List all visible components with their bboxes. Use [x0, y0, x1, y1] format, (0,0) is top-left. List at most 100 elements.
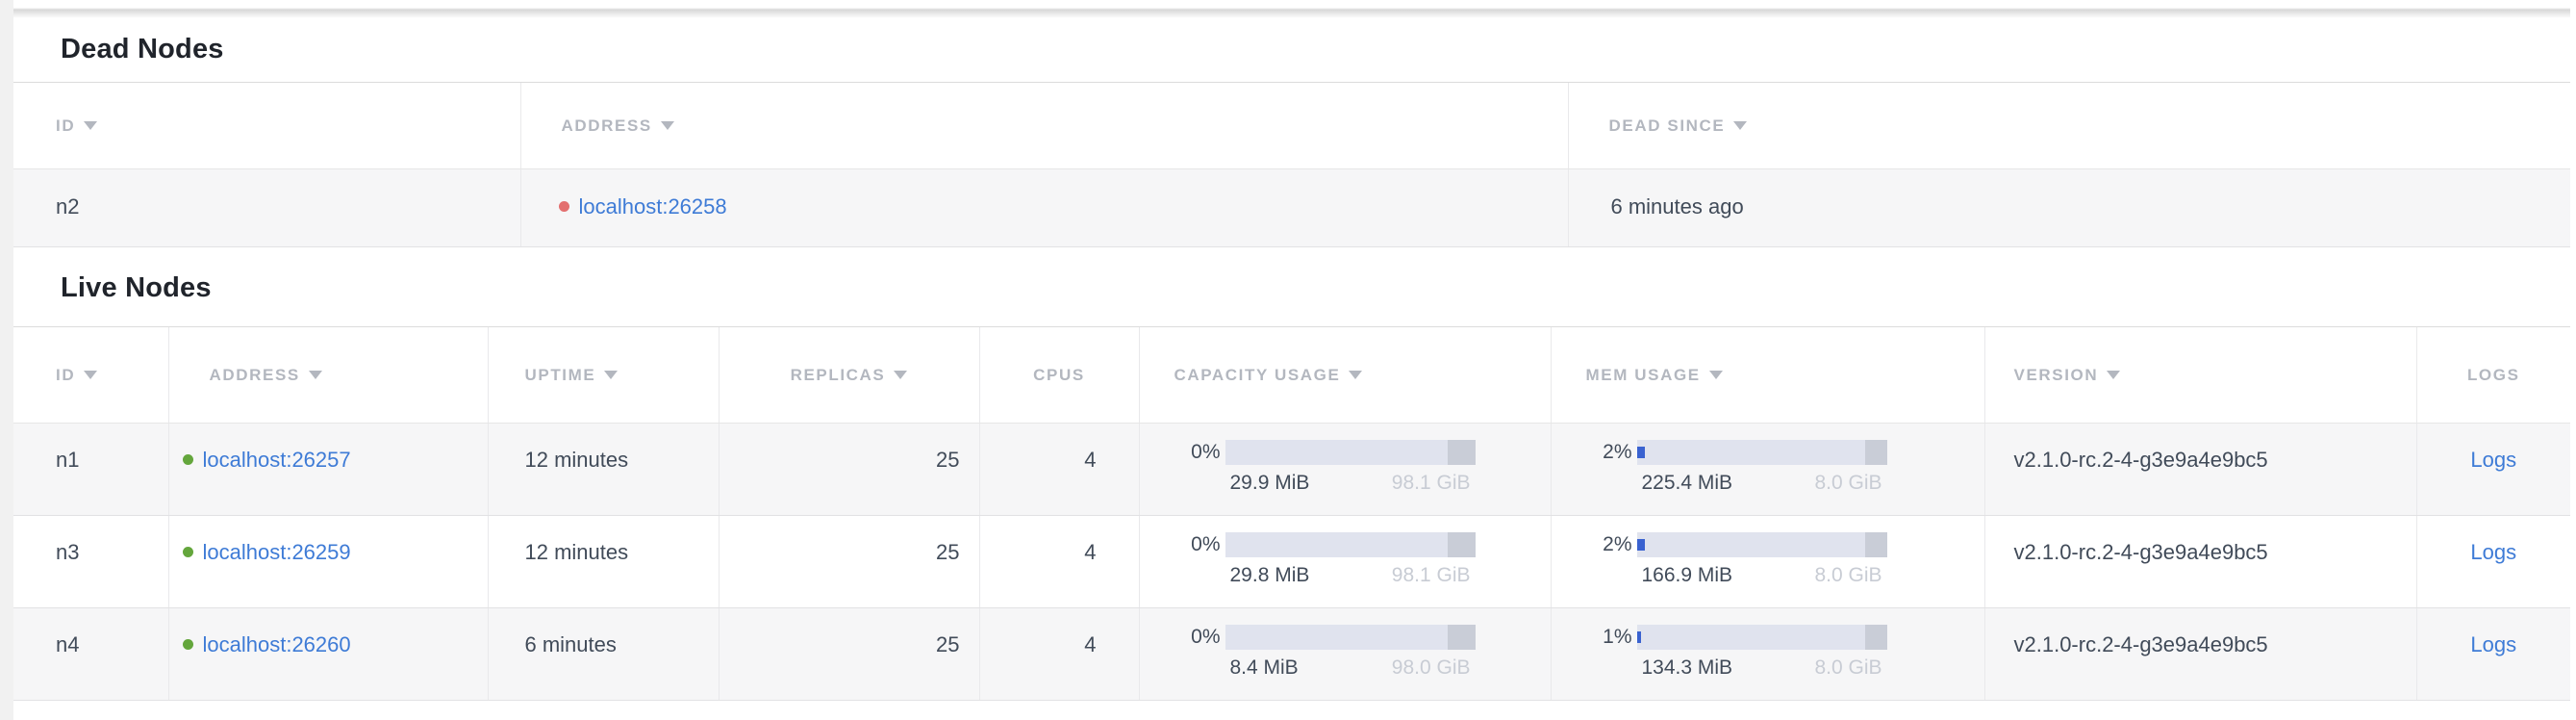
- dead-node-row: n2 localhost:26258 6 minutes ago: [13, 169, 2570, 247]
- dead-col-header-dead-since[interactable]: DEAD SINCE: [1568, 83, 2570, 169]
- section-title-dead-nodes: Dead Nodes: [13, 19, 2570, 82]
- col-header-replicas[interactable]: REPLICAS: [719, 327, 979, 424]
- dead-col-header-address[interactable]: ADDRESS: [520, 83, 1568, 169]
- version-cell: v2.1.0-rc.2-4-g3e9a4e9bc5: [1984, 516, 2416, 608]
- live-nodes-header-row: ID ADDRESS UPTIME REPLICAS CPUS CAPACITY…: [13, 327, 2570, 424]
- mem-total-value: 8.0 GiB: [1814, 472, 1881, 495]
- capacity-percent: 0%: [1171, 626, 1221, 649]
- replicas-cell: 25: [719, 516, 979, 608]
- cpus-cell: 4: [979, 608, 1139, 701]
- cpus-cell: 4: [979, 516, 1139, 608]
- sort-desc-icon: [604, 371, 618, 379]
- page-left-gutter: [0, 0, 13, 720]
- mem-usage-cell: 2% 166.9 MiB 8.0 GiB: [1551, 516, 1984, 608]
- mem-bar-used: [1637, 447, 1645, 458]
- live-node-row: n4 localhost:26260 6 minutes 25 4 0%: [13, 608, 2570, 701]
- sort-desc-icon: [894, 371, 907, 379]
- col-header-logs: LOGS: [2416, 327, 2570, 424]
- node-address-link[interactable]: localhost:26257: [203, 448, 351, 472]
- logs-cell: Logs: [2416, 608, 2570, 701]
- live-nodes-table: ID ADDRESS UPTIME REPLICAS CPUS CAPACITY…: [13, 326, 2570, 701]
- replicas-cell: 25: [719, 608, 979, 701]
- mem-bar-used: [1637, 631, 1642, 643]
- logs-link[interactable]: Logs: [2470, 540, 2516, 564]
- mem-usage-cell: 2% 225.4 MiB 8.0 GiB: [1551, 424, 1984, 516]
- node-address-link[interactable]: localhost:26259: [203, 540, 351, 564]
- node-address-link[interactable]: localhost:26260: [203, 632, 351, 656]
- capacity-percent: 0%: [1171, 441, 1221, 464]
- live-node-row: n3 localhost:26259 12 minutes 25 4 0%: [13, 516, 2570, 608]
- capacity-usage-cell: 0% 8.4 MiB 98.0 GiB: [1139, 608, 1551, 701]
- capacity-bar-reserved: [1448, 625, 1476, 650]
- capacity-bar: [1225, 625, 1476, 650]
- col-header-address[interactable]: ADDRESS: [168, 327, 488, 424]
- capacity-total-value: 98.0 GiB: [1392, 656, 1471, 680]
- node-address-link[interactable]: localhost:26258: [579, 194, 727, 219]
- mem-bar: [1637, 625, 1887, 650]
- sort-desc-icon: [2107, 371, 2120, 379]
- top-divider-shadow: [13, 0, 2570, 19]
- mem-total-value: 8.0 GiB: [1814, 656, 1881, 680]
- col-header-capacity-usage[interactable]: CAPACITY USAGE: [1139, 327, 1551, 424]
- dead-since-cell: 6 minutes ago: [1568, 169, 2570, 247]
- section-title-live-nodes: Live Nodes: [13, 247, 2570, 326]
- mem-bar: [1637, 532, 1887, 557]
- node-status-healthy-icon: [183, 454, 193, 465]
- version-cell: v2.1.0-rc.2-4-g3e9a4e9bc5: [1984, 608, 2416, 701]
- col-header-cpus[interactable]: CPUS: [979, 327, 1139, 424]
- sort-desc-icon: [661, 121, 674, 130]
- live-node-row: n1 localhost:26257 12 minutes 25 4 0%: [13, 424, 2570, 516]
- sort-desc-icon: [309, 371, 322, 379]
- node-id-cell: n1: [13, 424, 168, 516]
- uptime-cell: 12 minutes: [488, 516, 719, 608]
- nodes-overview-page: Dead Nodes ID ADDRESS DEAD SINCE n2 loca…: [0, 0, 2576, 720]
- mem-used-value: 225.4 MiB: [1642, 472, 1733, 495]
- sort-desc-icon: [1349, 371, 1362, 379]
- uptime-cell: 12 minutes: [488, 424, 719, 516]
- capacity-percent: 0%: [1171, 533, 1221, 556]
- logs-cell: Logs: [2416, 424, 2570, 516]
- sort-desc-icon: [84, 371, 97, 379]
- node-id-cell: n3: [13, 516, 168, 608]
- node-status-healthy-icon: [183, 639, 193, 650]
- logs-cell: Logs: [2416, 516, 2570, 608]
- node-id-cell: n2: [13, 169, 520, 247]
- col-header-version[interactable]: VERSION: [1984, 327, 2416, 424]
- mem-usage-cell: 1% 134.3 MiB 8.0 GiB: [1551, 608, 1984, 701]
- sort-desc-icon: [1709, 371, 1723, 379]
- dead-nodes-table: ID ADDRESS DEAD SINCE n2 localhost:26258…: [13, 82, 2570, 247]
- uptime-cell: 6 minutes: [488, 608, 719, 701]
- mem-used-value: 166.9 MiB: [1642, 564, 1733, 587]
- col-header-uptime[interactable]: UPTIME: [488, 327, 719, 424]
- cpus-cell: 4: [979, 424, 1139, 516]
- replicas-cell: 25: [719, 424, 979, 516]
- capacity-bar-reserved: [1448, 440, 1476, 465]
- capacity-usage-cell: 0% 29.8 MiB 98.1 GiB: [1139, 516, 1551, 608]
- col-header-mem-usage[interactable]: MEM USAGE: [1551, 327, 1984, 424]
- mem-bar-used: [1637, 539, 1645, 551]
- capacity-bar: [1225, 532, 1476, 557]
- capacity-total-value: 98.1 GiB: [1392, 564, 1471, 587]
- mem-bar-reserved: [1865, 440, 1887, 465]
- node-id-cell: n4: [13, 608, 168, 701]
- col-header-id[interactable]: ID: [13, 327, 168, 424]
- mem-bar-reserved: [1865, 625, 1887, 650]
- mem-total-value: 8.0 GiB: [1814, 564, 1881, 587]
- capacity-bar-reserved: [1448, 532, 1476, 557]
- capacity-bar: [1225, 440, 1476, 465]
- node-address-cell: localhost:26259: [168, 516, 488, 608]
- mem-bar-reserved: [1865, 532, 1887, 557]
- node-status-healthy-icon: [183, 547, 193, 557]
- logs-link[interactable]: Logs: [2470, 632, 2516, 656]
- logs-link[interactable]: Logs: [2470, 448, 2516, 472]
- node-address-cell: localhost:26258: [520, 169, 1568, 247]
- page-content: Dead Nodes ID ADDRESS DEAD SINCE n2 loca…: [13, 0, 2570, 701]
- capacity-used-value: 29.8 MiB: [1230, 564, 1310, 587]
- sort-desc-icon: [84, 121, 97, 130]
- version-cell: v2.1.0-rc.2-4-g3e9a4e9bc5: [1984, 424, 2416, 516]
- dead-col-header-id[interactable]: ID: [13, 83, 520, 169]
- node-status-dead-icon: [559, 201, 569, 212]
- mem-percent: 1%: [1582, 626, 1632, 649]
- mem-percent: 2%: [1582, 533, 1632, 556]
- mem-percent: 2%: [1582, 441, 1632, 464]
